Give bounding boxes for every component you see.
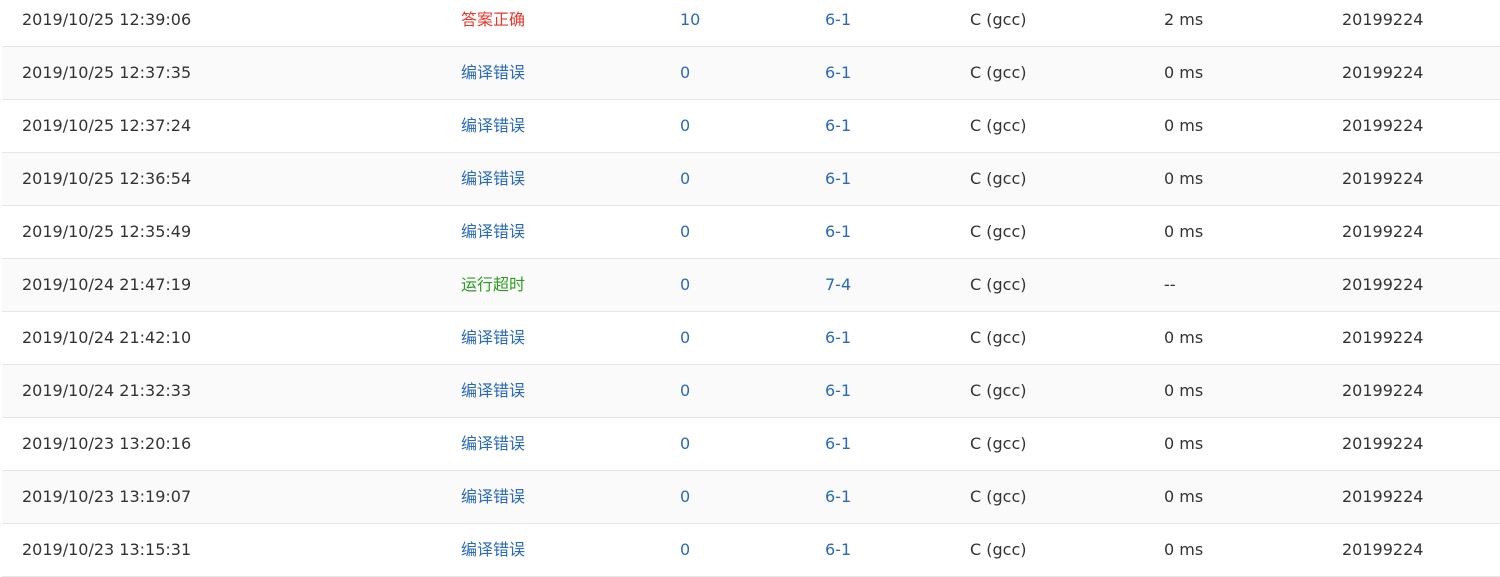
table-row: 2019/10/23 13:19:07 编译错误 0 6-1 C (gcc) 0 ms 20… [2, 471, 1500, 524]
submit-time: 2019/10/24 21:47:19 [22, 275, 192, 294]
table-row: 2019/10/24 21:42:10 编译错误 0 6-1 C (gcc) 0 ms 20… [2, 312, 1500, 365]
runtime-value: 0 ms [1164, 116, 1204, 135]
user-id: 20199224 [1342, 169, 1424, 188]
runtime-value: 0 ms [1164, 381, 1204, 400]
problem-link[interactable]: 6-1 [825, 100, 851, 152]
status-link[interactable]: 运行超时 [461, 259, 525, 311]
problem-link[interactable]: 6-1 [825, 0, 851, 46]
runtime-value: 0 ms [1164, 540, 1204, 559]
submit-time: 2019/10/25 12:36:54 [22, 169, 192, 188]
compiler-label: C (gcc) [970, 540, 1027, 559]
problem-link[interactable]: 6-1 [825, 153, 851, 205]
runtime-value: 0 ms [1164, 63, 1204, 82]
status-link[interactable]: 编译错误 [461, 471, 525, 523]
table-row: 2019/10/23 13:20:16 编译错误 0 6-1 C (gcc) 0 ms 20… [2, 418, 1500, 471]
score-link[interactable]: 0 [680, 365, 690, 417]
compiler-label: C (gcc) [970, 381, 1027, 400]
user-id: 20199224 [1342, 381, 1424, 400]
table-row: 2019/10/25 12:36:54 编译错误 0 6-1 C (gcc) 0 ms 20… [2, 153, 1500, 206]
submit-time: 2019/10/23 13:15:31 [22, 540, 192, 559]
user-id: 20199224 [1342, 116, 1424, 135]
compiler-label: C (gcc) [970, 434, 1027, 453]
problem-link[interactable]: 7-4 [825, 259, 851, 311]
compiler-label: C (gcc) [970, 169, 1027, 188]
user-id: 20199224 [1342, 434, 1424, 453]
score-link[interactable]: 0 [680, 471, 690, 523]
score-link[interactable]: 0 [680, 100, 690, 152]
problem-link[interactable]: 6-1 [825, 312, 851, 364]
problem-link[interactable]: 6-1 [825, 365, 851, 417]
compiler-label: C (gcc) [970, 487, 1027, 506]
runtime-value: 2 ms [1164, 10, 1204, 29]
status-link[interactable]: 编译错误 [461, 206, 525, 258]
table-row: 2019/10/24 21:32:33 编译错误 0 6-1 C (gcc) 0 ms 20… [2, 365, 1500, 418]
compiler-label: C (gcc) [970, 275, 1027, 294]
submit-time: 2019/10/25 12:35:49 [22, 222, 192, 241]
score-link[interactable]: 0 [680, 312, 690, 364]
table-row: 2019/10/25 12:35:49 编译错误 0 6-1 C (gcc) 0 ms 20… [2, 206, 1500, 259]
score-link[interactable]: 0 [680, 47, 690, 99]
status-link[interactable]: 编译错误 [461, 47, 525, 99]
user-id: 20199224 [1342, 63, 1424, 82]
submit-time: 2019/10/24 21:32:33 [22, 381, 192, 400]
submit-time: 2019/10/25 12:37:24 [22, 116, 192, 135]
user-id: 20199224 [1342, 487, 1424, 506]
status-link[interactable]: 编译错误 [461, 100, 525, 152]
runtime-value: 0 ms [1164, 328, 1204, 347]
status-link[interactable]: 编译错误 [461, 312, 525, 364]
table-row: 2019/10/25 12:37:35 编译错误 0 6-1 C (gcc) 0 ms 20… [2, 47, 1500, 100]
status-link[interactable]: 编译错误 [461, 153, 525, 205]
status-link[interactable]: 编译错误 [461, 524, 525, 576]
submit-time: 2019/10/25 12:37:35 [22, 63, 192, 82]
user-id: 20199224 [1342, 328, 1424, 347]
table-row: 2019/10/23 13:15:31 编译错误 0 6-1 C (gcc) 0 ms 20… [2, 524, 1500, 577]
table-row: 2019/10/25 12:39:06 答案正确 10 6-1 C (gcc) 2 ms 2… [2, 0, 1500, 47]
compiler-label: C (gcc) [970, 10, 1027, 29]
runtime-value: 0 ms [1164, 169, 1204, 188]
score-link[interactable]: 0 [680, 259, 690, 311]
problem-link[interactable]: 6-1 [825, 471, 851, 523]
status-link[interactable]: 编译错误 [461, 418, 525, 470]
score-link[interactable]: 0 [680, 418, 690, 470]
problem-link[interactable]: 6-1 [825, 206, 851, 258]
table-row: 2019/10/24 21:47:19 运行超时 0 7-4 C (gcc) -- 2019… [2, 259, 1500, 312]
compiler-label: C (gcc) [970, 328, 1027, 347]
submit-time: 2019/10/23 13:19:07 [22, 487, 192, 506]
score-link[interactable]: 0 [680, 524, 690, 576]
compiler-label: C (gcc) [970, 116, 1027, 135]
status-link[interactable]: 答案正确 [461, 0, 525, 46]
score-link[interactable]: 10 [680, 0, 700, 46]
problem-link[interactable]: 6-1 [825, 47, 851, 99]
user-id: 20199224 [1342, 10, 1424, 29]
submit-time: 2019/10/24 21:42:10 [22, 328, 192, 347]
table-row: 2019/10/25 12:37:24 编译错误 0 6-1 C (gcc) 0 ms 20… [2, 100, 1500, 153]
user-id: 20199224 [1342, 222, 1424, 241]
score-link[interactable]: 0 [680, 206, 690, 258]
runtime-value: -- [1164, 275, 1176, 294]
compiler-label: C (gcc) [970, 222, 1027, 241]
compiler-label: C (gcc) [970, 63, 1027, 82]
problem-link[interactable]: 6-1 [825, 524, 851, 576]
user-id: 20199224 [1342, 540, 1424, 559]
runtime-value: 0 ms [1164, 222, 1204, 241]
problem-link[interactable]: 6-1 [825, 418, 851, 470]
user-id: 20199224 [1342, 275, 1424, 294]
status-link[interactable]: 编译错误 [461, 365, 525, 417]
submit-time: 2019/10/25 12:39:06 [22, 10, 192, 29]
runtime-value: 0 ms [1164, 487, 1204, 506]
score-link[interactable]: 0 [680, 153, 690, 205]
submissions-table: 2019/10/25 12:39:06 答案正确 10 6-1 C (gcc) 2 ms 2… [2, 0, 1500, 577]
submit-time: 2019/10/23 13:20:16 [22, 434, 192, 453]
runtime-value: 0 ms [1164, 434, 1204, 453]
